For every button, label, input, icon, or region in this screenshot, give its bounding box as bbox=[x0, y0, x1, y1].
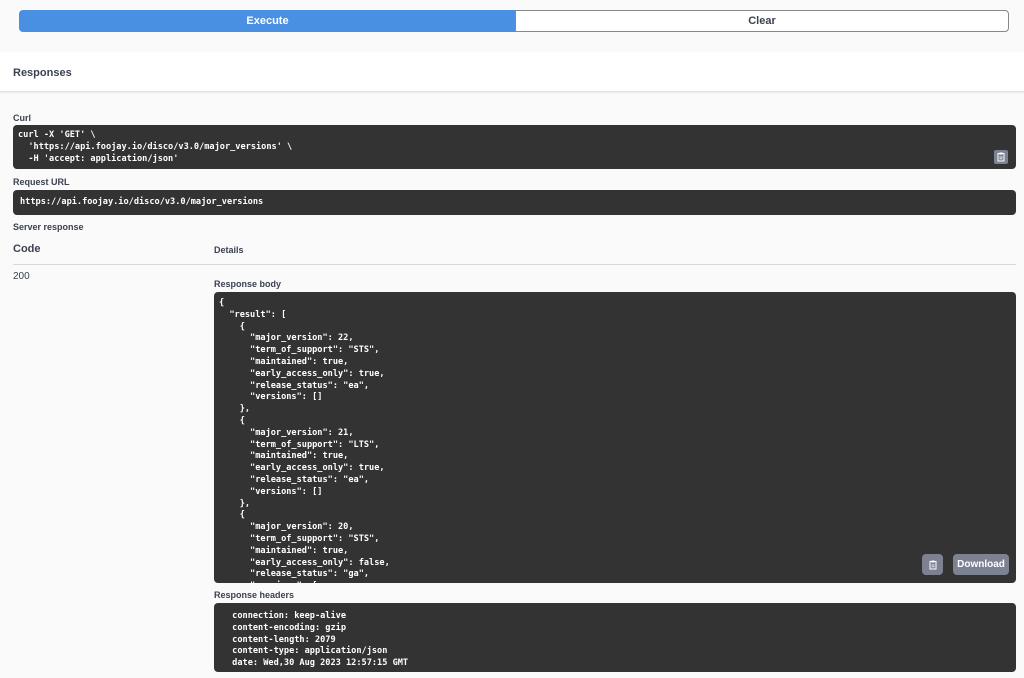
clipboard-icon[interactable] bbox=[994, 150, 1008, 164]
response-body-box[interactable]: { "result": [ { "major_version": 22, "te… bbox=[214, 292, 1016, 583]
server-response-label: Server response bbox=[13, 222, 84, 232]
responses-title: Responses bbox=[13, 67, 72, 79]
response-body-label: Response body bbox=[214, 279, 282, 289]
request-url-box: https://api.foojay.io/disco/v3.0/major_v… bbox=[13, 190, 1016, 215]
response-body-text: { "result": [ { "major_version": 22, "te… bbox=[219, 298, 390, 583]
execute-toolbar: Execute Clear bbox=[0, 0, 1024, 52]
curl-command-box: curl -X 'GET' \ 'https://api.foojay.io/d… bbox=[13, 125, 1016, 169]
response-headers-box: connection: keep-alive content-encoding:… bbox=[214, 603, 1016, 672]
clear-button[interactable]: Clear bbox=[515, 10, 1009, 32]
response-headers-label: Response headers bbox=[214, 590, 295, 600]
request-url-value: https://api.foojay.io/disco/v3.0/major_v… bbox=[20, 197, 264, 207]
status-code: 200 bbox=[13, 271, 30, 282]
download-button[interactable]: Download bbox=[953, 554, 1009, 575]
table-divider bbox=[13, 264, 1016, 265]
responses-header: Responses bbox=[0, 52, 1024, 92]
response-headers-text: connection: keep-alive content-encoding:… bbox=[232, 611, 409, 669]
execute-button[interactable]: Execute bbox=[19, 10, 516, 32]
curl-command-text: curl -X 'GET' \ 'https://api.foojay.io/d… bbox=[18, 130, 293, 164]
code-column-header: Code bbox=[13, 243, 41, 255]
copy-body-icon[interactable] bbox=[922, 554, 943, 575]
request-url-label: Request URL bbox=[13, 177, 70, 187]
curl-label: Curl bbox=[13, 113, 31, 123]
details-column-header: Details bbox=[214, 245, 244, 255]
